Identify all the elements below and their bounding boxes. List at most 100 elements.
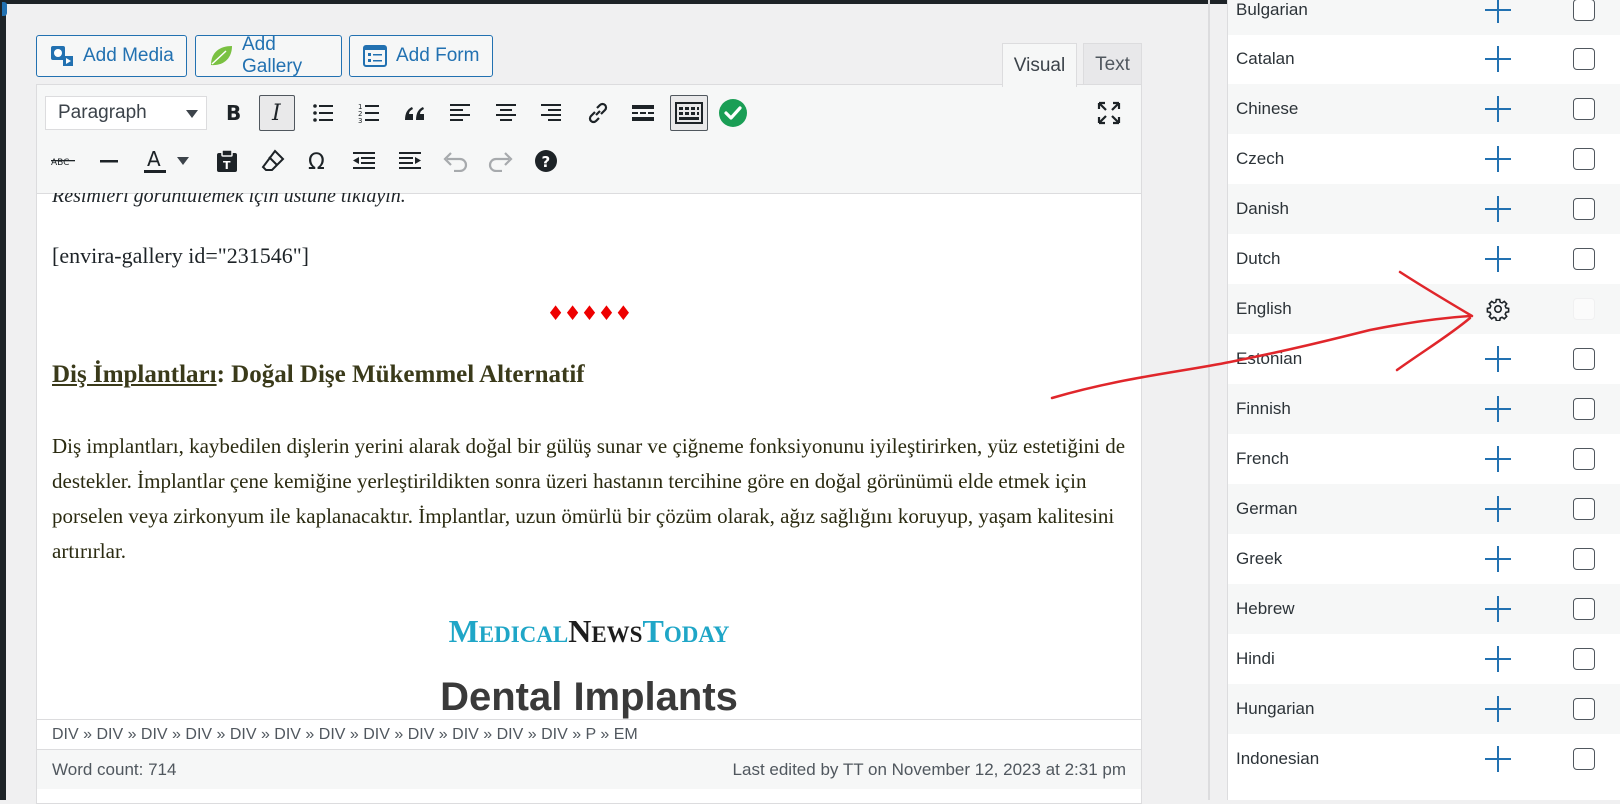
toolbar-toggle-icon (675, 102, 703, 124)
add-gallery-button[interactable]: Add Gallery (195, 34, 342, 77)
add-translation-icon[interactable] (1485, 96, 1511, 122)
language-checkbox[interactable] (1573, 148, 1595, 170)
language-checkbox[interactable] (1573, 98, 1595, 120)
language-checkbox[interactable] (1573, 648, 1595, 670)
language-row: Chinese (1228, 84, 1620, 134)
indent-button[interactable] (392, 143, 428, 179)
language-checkbox[interactable] (1573, 548, 1595, 570)
tab-text[interactable]: Text (1083, 43, 1142, 85)
logo-ews: EWS (591, 622, 643, 647)
add-translation-icon[interactable] (1485, 446, 1511, 472)
help-button[interactable]: ? (528, 143, 564, 179)
add-media-button[interactable]: Add Media (36, 35, 187, 77)
language-checkbox[interactable] (1573, 698, 1595, 720)
strikethrough-icon: ABC (51, 158, 75, 168)
add-translation-icon[interactable] (1485, 596, 1511, 622)
text-color-button[interactable]: A (137, 143, 173, 179)
read-more-icon (632, 105, 654, 121)
link-button[interactable] (580, 95, 616, 131)
language-checkbox[interactable] (1573, 498, 1595, 520)
dental-implants-image-title: Dental Implants (440, 675, 738, 719)
language-checkbox[interactable] (1573, 598, 1595, 620)
language-panel: Bulgarian Catalan Chinese Czech Danish D… (1227, 0, 1620, 800)
add-translation-icon[interactable] (1485, 546, 1511, 572)
outdent-button[interactable] (346, 143, 382, 179)
add-translation-icon[interactable] (1485, 646, 1511, 672)
language-checkbox[interactable] (1573, 248, 1595, 270)
language-checkbox[interactable] (1573, 748, 1595, 770)
add-translation-icon[interactable] (1485, 246, 1511, 272)
language-name: Danish (1236, 199, 1289, 218)
numbered-list-button[interactable]: 1 2 3 (351, 95, 387, 131)
check-button[interactable] (715, 95, 751, 131)
format-select[interactable]: Paragraph (45, 96, 207, 130)
editor-toolbar: Paragraph B I 1 2 3 ABC A T Ω ? (37, 85, 1141, 194)
language-name: Indonesian (1236, 749, 1320, 768)
bullet-list-button[interactable] (305, 95, 341, 131)
heading-link[interactable]: Diş İmplantları (52, 361, 217, 388)
add-translation-icon[interactable] (1485, 696, 1511, 722)
omega-icon: Ω (308, 150, 325, 173)
logo-t-letter: T (642, 613, 664, 649)
logo-edical: EDICAL (478, 622, 569, 647)
add-translation-icon[interactable] (1485, 0, 1511, 23)
align-right-button[interactable] (533, 95, 569, 131)
language-name: English (1236, 299, 1292, 318)
add-translation-icon[interactable] (1485, 396, 1511, 422)
language-row: Hindi (1228, 634, 1620, 684)
svg-text:3: 3 (358, 117, 362, 124)
language-name: Greek (1236, 549, 1283, 568)
language-checkbox[interactable] (1573, 198, 1595, 220)
align-center-button[interactable] (488, 95, 524, 131)
heading-rest: : Doğal Dişe Mükemmel Alternatif (216, 361, 585, 388)
redo-button[interactable] (483, 143, 519, 179)
paste-text-button[interactable]: T (209, 143, 245, 179)
add-translation-icon[interactable] (1485, 746, 1511, 772)
special-character-button[interactable]: Ω (300, 143, 336, 179)
add-translation-icon[interactable] (1485, 196, 1511, 222)
undo-button[interactable] (437, 143, 473, 179)
italic-button[interactable]: I (259, 95, 295, 131)
add-form-button[interactable]: Add Form (349, 35, 493, 77)
language-name: French (1236, 449, 1289, 468)
blockquote-button[interactable] (397, 95, 433, 131)
italic-icon: I (271, 102, 282, 124)
admin-sidebar-edge (0, 0, 7, 800)
bold-button[interactable]: B (215, 95, 251, 131)
strikethrough-button[interactable]: ABC (45, 143, 81, 179)
tab-visual[interactable]: Visual (1002, 43, 1077, 87)
logo-m-letter: M (448, 613, 479, 649)
add-translation-icon[interactable] (1485, 46, 1511, 72)
language-checkbox[interactable] (1573, 448, 1595, 470)
intro-italic-text: Resimleri görüntülemek için üstüne tıkla… (52, 193, 406, 207)
element-path-bar[interactable]: DIV » DIV » DIV » DIV » DIV » DIV » DIV … (37, 719, 1141, 749)
add-translation-icon[interactable] (1485, 146, 1511, 172)
clear-formatting-button[interactable] (255, 143, 291, 179)
text-color-dropdown[interactable] (171, 143, 195, 179)
language-checkbox[interactable] (1573, 48, 1595, 70)
editor-content[interactable]: Resimleri görüntülemek için üstüne tıkla… (37, 193, 1141, 719)
align-left-button[interactable] (442, 95, 478, 131)
last-edited: Last edited by TT on November 12, 2023 a… (732, 759, 1126, 779)
language-row: Estonian (1228, 334, 1620, 384)
add-translation-icon[interactable] (1485, 496, 1511, 522)
add-translation-icon[interactable] (1485, 346, 1511, 372)
bullet-list-icon (313, 104, 333, 122)
gear-icon[interactable] (1486, 297, 1510, 321)
diamond-separator: ♦♦♦♦♦ (546, 301, 633, 325)
language-checkbox[interactable] (1573, 0, 1595, 21)
language-row: French (1228, 434, 1620, 484)
article-heading: Diş İmplantları: Doğal Dişe Mükemmel Alt… (52, 361, 585, 389)
word-count: Word count: 714 (52, 759, 177, 779)
numbered-list-icon: 1 2 3 (358, 103, 379, 124)
horizontal-line-button[interactable] (91, 143, 127, 179)
toolbar-toggle-button[interactable] (670, 95, 708, 131)
language-checkbox[interactable] (1573, 348, 1595, 370)
add-media-label: Add Media (83, 45, 174, 66)
language-name: Hungarian (1236, 699, 1315, 718)
fullscreen-button[interactable] (1091, 95, 1127, 131)
add-gallery-label: Add Gallery (242, 34, 303, 77)
language-row: Hungarian (1228, 684, 1620, 734)
language-checkbox[interactable] (1573, 398, 1595, 420)
read-more-button[interactable] (625, 95, 661, 131)
